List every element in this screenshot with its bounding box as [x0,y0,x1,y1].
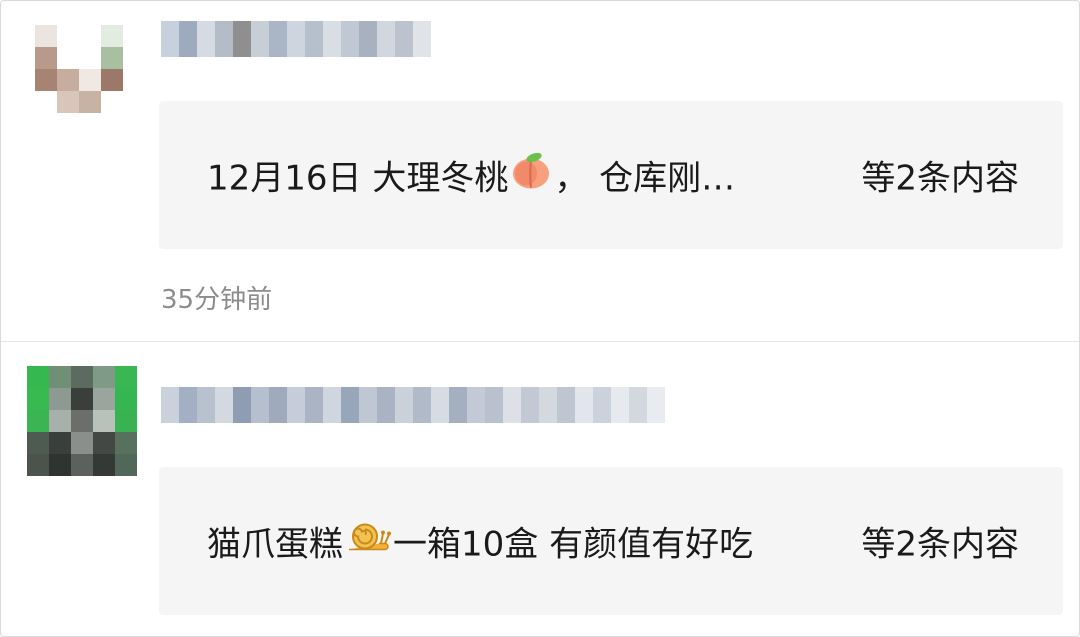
feed-item: 12月16日 大理冬桃 ， 仓库刚… 等2条内容 35分钟前 [1,1,1079,341]
card-text-rest: ， 仓库刚… [554,158,736,199]
card-text-main: 12月16日 大理冬桃 [207,158,509,199]
card-text: 12月16日 大理冬桃 ， 仓库刚… [207,151,735,200]
author-name[interactable] [161,17,431,61]
feed-frame: 12月16日 大理冬桃 ， 仓库刚… 等2条内容 35分钟前 猫爪蛋糕 一箱10… [0,0,1080,637]
timestamp: 35分钟前 [161,285,273,315]
content-card[interactable]: 12月16日 大理冬桃 ， 仓库刚… 等2条内容 [159,101,1063,249]
content-card[interactable]: 猫爪蛋糕 一箱10盒 有颜值有好吃 等2条内容 [159,467,1063,615]
card-text: 猫爪蛋糕 一箱10盒 有颜值有好吃 [207,517,753,566]
card-text-main: 猫爪蛋糕 [207,524,343,565]
avatar[interactable] [27,366,137,476]
peach-icon [510,152,552,199]
more-count: 等2条内容 [861,158,1019,199]
more-count: 等2条内容 [861,524,1019,565]
snail-icon [345,520,391,563]
author-name[interactable] [161,383,665,427]
avatar[interactable] [27,7,137,117]
card-text-rest: 一箱10盒 有颜值有好吃 [393,524,754,565]
